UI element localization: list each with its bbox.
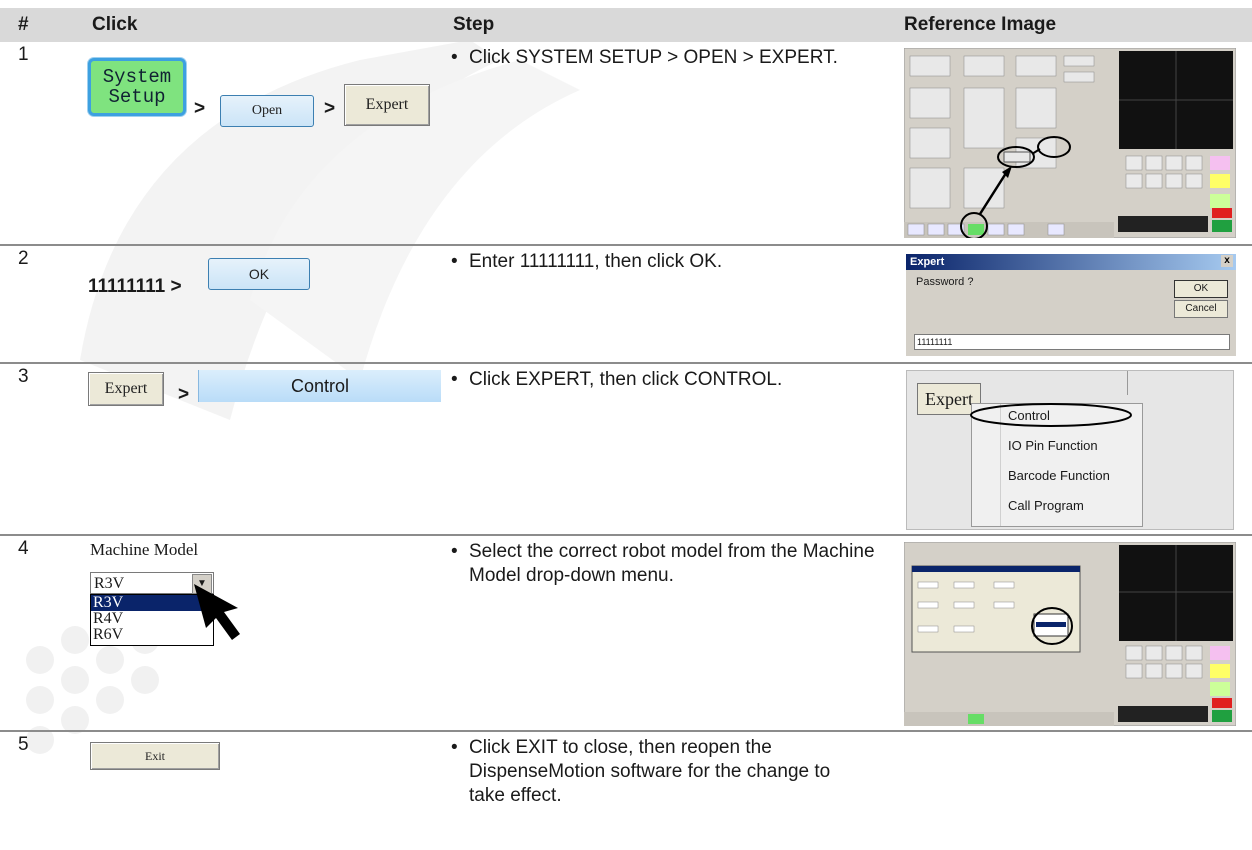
reference-cell: Expert x Password ? OK Cancel 11111111 bbox=[900, 245, 1252, 364]
step-cell: Select the correct robot model from the … bbox=[449, 535, 900, 732]
step-text: Click EXIT to close, then reopen the Dis… bbox=[449, 736, 870, 808]
highlight-ellipse bbox=[970, 403, 1132, 427]
table-row: 5 Exit Click EXIT to close, then reopen … bbox=[0, 731, 1252, 827]
control-menu-item[interactable]: Control bbox=[198, 370, 441, 402]
system-setup-button[interactable]: System Setup bbox=[88, 58, 186, 116]
header-click: Click bbox=[74, 8, 449, 42]
steps-table: # Click Step Reference Image 1 System Se… bbox=[0, 8, 1252, 827]
password-code: 11111111 > bbox=[88, 276, 182, 297]
password-prompt: Password ? bbox=[916, 276, 974, 288]
system-setup-label-1: System bbox=[102, 66, 172, 88]
ok-button[interactable]: OK bbox=[208, 258, 310, 290]
step-cell: Click EXIT to close, then reopen the Dis… bbox=[449, 731, 900, 827]
open-button[interactable]: Open bbox=[220, 95, 314, 127]
reference-cell: Expert Control IO Pin Function Barcode F… bbox=[900, 363, 1252, 536]
separator: > bbox=[324, 98, 336, 119]
step-text: Click SYSTEM SETUP > OPEN > EXPERT. bbox=[449, 46, 880, 70]
step-number: 5 bbox=[18, 734, 29, 755]
table-row: 4 Machine Model R3V ▼ R3V R4V R6V • Sele… bbox=[0, 535, 1252, 732]
cursor-arrow-icon bbox=[194, 584, 240, 640]
reference-image-software-screen bbox=[904, 48, 1236, 238]
step-number: 1 bbox=[0, 42, 74, 246]
click-cell: Machine Model R3V ▼ R3V R4V R6V bbox=[74, 535, 449, 732]
header-num: # bbox=[0, 8, 74, 42]
dialog-ok-button[interactable]: OK bbox=[1174, 280, 1228, 298]
click-cell: Expert > Control bbox=[74, 363, 449, 536]
reference-cell bbox=[900, 535, 1252, 732]
step-cell: Click SYSTEM SETUP > OPEN > EXPERT. bbox=[449, 42, 900, 246]
table-row: 3 Expert > Control Click EXPERT, then cl… bbox=[0, 363, 1252, 536]
exit-button[interactable]: Exit bbox=[90, 742, 220, 770]
table-header: # Click Step Reference Image bbox=[0, 8, 1252, 42]
expert-button[interactable]: Expert bbox=[88, 372, 164, 406]
dialog-cancel-button[interactable]: Cancel bbox=[1174, 300, 1228, 318]
system-setup-label-2: Setup bbox=[108, 86, 166, 108]
click-cell: 11111111 > OK bbox=[74, 245, 449, 364]
reference-cell bbox=[900, 731, 1252, 827]
step-cell: Click EXPERT, then click CONTROL. bbox=[449, 363, 900, 536]
table-row: 2 11111111 > OK Enter 11111111, then cli… bbox=[0, 245, 1252, 364]
separator: > bbox=[194, 98, 206, 119]
expert-dialog: Expert x Password ? OK Cancel 11111111 bbox=[906, 254, 1236, 356]
click-cell: System Setup > Open > Expert bbox=[74, 42, 449, 246]
machine-model-label: Machine Model bbox=[90, 540, 199, 559]
reference-image-control-screen bbox=[904, 542, 1236, 726]
separator: > bbox=[178, 384, 190, 405]
step-cell: Enter 11111111, then click OK. bbox=[449, 245, 900, 364]
dialog-title-bar: Expert x bbox=[906, 254, 1236, 270]
step-text: Enter 11111111, then click OK. bbox=[449, 250, 900, 274]
expert-button[interactable]: Expert bbox=[344, 84, 430, 126]
click-cell: Exit bbox=[74, 731, 449, 827]
header-step: Step bbox=[449, 8, 900, 42]
step-number: 2 bbox=[0, 245, 74, 364]
table-row: 1 System Setup > Open > Expert Click SYS… bbox=[0, 42, 1252, 246]
header-reference: Reference Image bbox=[900, 8, 1252, 42]
password-field[interactable]: 11111111 bbox=[914, 334, 1230, 350]
dialog-title: Expert bbox=[910, 256, 945, 268]
reference-cell bbox=[900, 42, 1252, 246]
selected-value: R3V bbox=[94, 575, 125, 592]
expert-menu-screenshot: Expert Control IO Pin Function Barcode F… bbox=[906, 370, 1234, 530]
step-text: Click EXPERT, then click CONTROL. bbox=[449, 368, 900, 392]
close-icon[interactable]: x bbox=[1221, 255, 1233, 267]
step-text: Select the correct robot model from the … bbox=[449, 540, 890, 588]
step-number: 4 bbox=[0, 535, 74, 732]
step-number: 3 bbox=[0, 363, 74, 536]
